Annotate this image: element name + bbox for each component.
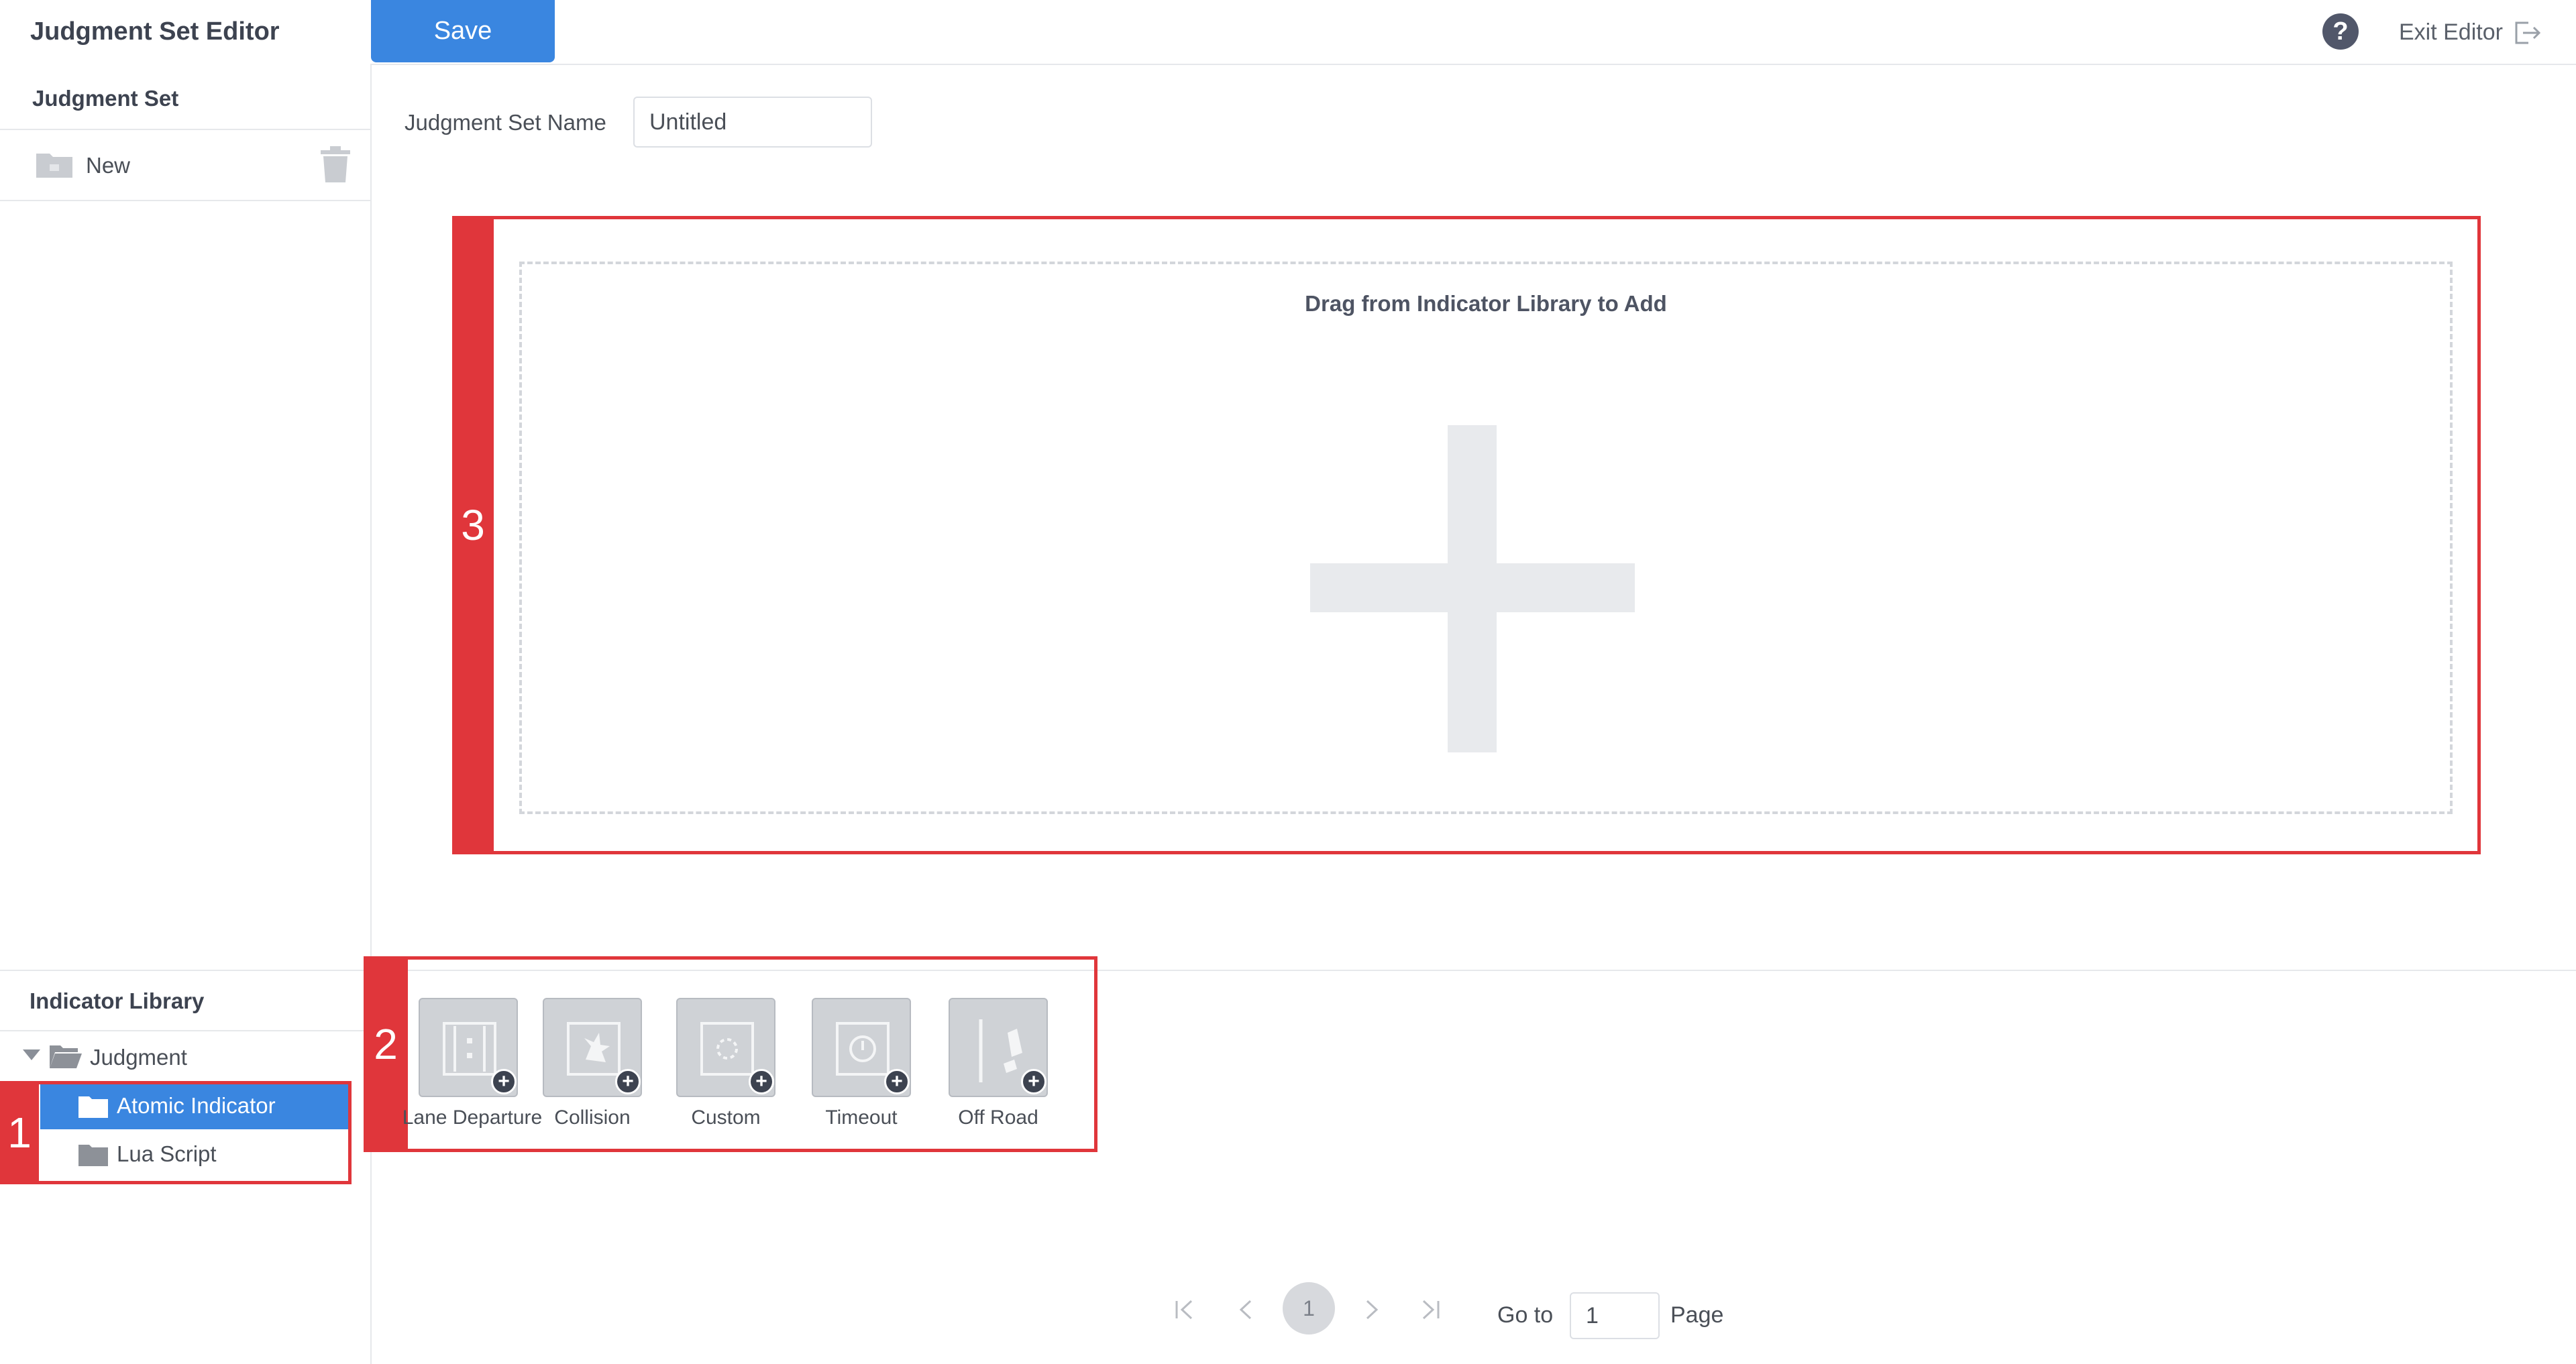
next-page-icon[interactable]: [1363, 1298, 1381, 1321]
indicator-label: Collision: [554, 1106, 631, 1129]
previous-page-icon[interactable]: [1237, 1298, 1254, 1321]
judgment-set-header: Judgment Set: [32, 86, 179, 111]
add-indicator-icon[interactable]: +: [749, 1069, 774, 1094]
add-indicator-icon[interactable]: +: [1021, 1069, 1046, 1094]
add-indicator-icon[interactable]: +: [491, 1069, 517, 1094]
annotation-callout-1-box: [0, 1081, 352, 1184]
goto-label: Go to: [1497, 1302, 1554, 1328]
indicator-library-header: Indicator Library: [30, 988, 205, 1013]
help-icon[interactable]: ?: [2322, 13, 2359, 50]
add-plus-icon: [1310, 563, 1635, 612]
first-page-icon[interactable]: [1173, 1298, 1195, 1321]
divider: [0, 970, 370, 971]
divider: [0, 1030, 370, 1031]
tree-item-judgment[interactable]: Judgment: [90, 1045, 187, 1070]
divider: [0, 200, 370, 201]
last-page-icon[interactable]: [1419, 1298, 1442, 1321]
exit-icon[interactable]: [2511, 17, 2542, 48]
indicator-label: Custom: [691, 1106, 761, 1129]
save-button[interactable]: Save: [371, 0, 555, 62]
goto-page-input[interactable]: [1570, 1292, 1660, 1339]
app-title: Judgment Set Editor: [30, 17, 280, 46]
open-folder-icon: [50, 1045, 82, 1068]
indicator-label: Timeout: [825, 1106, 898, 1129]
add-indicator-icon[interactable]: +: [884, 1069, 910, 1094]
new-judgment-set-label[interactable]: New: [86, 153, 130, 178]
judgment-set-name-label: Judgment Set Name: [405, 110, 606, 135]
page-number-current[interactable]: 1: [1283, 1282, 1335, 1334]
tree-collapse-icon[interactable]: [23, 1049, 40, 1060]
exit-editor-link[interactable]: Exit Editor: [2399, 19, 2503, 46]
page-suffix-label: Page: [1670, 1302, 1724, 1328]
drop-zone-hint: Drag from Indicator Library to Add: [1305, 291, 1667, 316]
judgment-set-name-input[interactable]: [633, 97, 872, 148]
folder-icon: [36, 154, 72, 178]
trash-icon[interactable]: [319, 146, 352, 182]
annotation-callout-3: 3: [452, 216, 494, 854]
add-indicator-icon[interactable]: +: [615, 1069, 641, 1094]
annotation-callout-1: 1: [0, 1081, 39, 1184]
indicator-label: Off Road: [958, 1106, 1038, 1129]
